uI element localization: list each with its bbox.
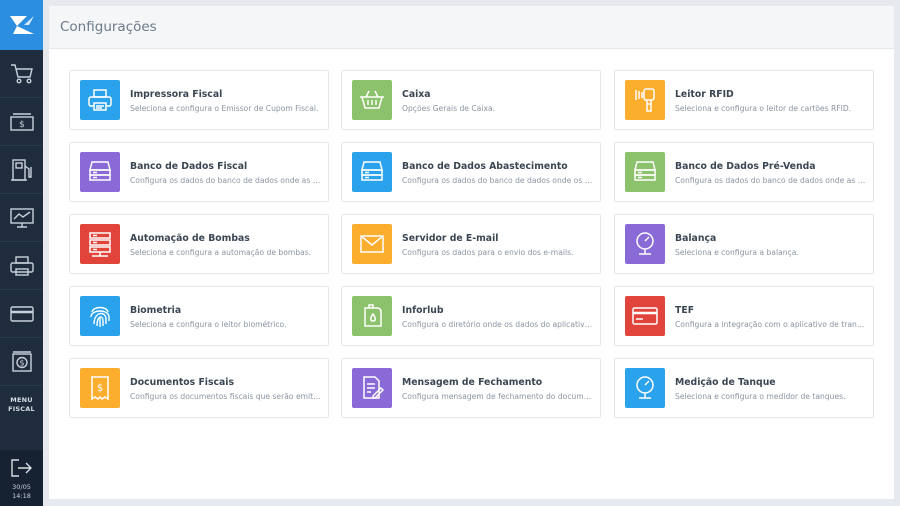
card-title: Inforlub (402, 305, 444, 316)
fuel-pump-icon (10, 158, 32, 181)
exit-button[interactable] (0, 454, 43, 482)
credit-card-icon (625, 296, 665, 336)
card-title: Mensagem de Fechamento (402, 377, 543, 388)
nav-cash[interactable]: $ (0, 98, 43, 146)
app-logo[interactable] (0, 0, 43, 50)
monitor-chart-icon (9, 207, 34, 228)
card-title: Biometria (130, 305, 182, 316)
nav-cart[interactable] (0, 50, 43, 98)
svg-text:$: $ (97, 383, 103, 394)
card-description: Seleciona e configura o Emissor de Cupom… (130, 104, 319, 113)
settings-card[interactable]: Banco de Dados Abastecimento Configura os… (341, 142, 601, 202)
card-description: Configura os dados do banco de dados ond… (402, 176, 594, 185)
card-title: TEF (675, 305, 695, 316)
card-title: Banco de Dados Fiscal (130, 161, 248, 172)
gauge-icon (625, 368, 665, 408)
settings-card[interactable]: Inforlub Configura o diretório onde os da… (341, 286, 601, 346)
database-icon (625, 152, 665, 192)
nav-fuel[interactable] (0, 146, 43, 194)
card-description: Seleciona e configura o leitor biométric… (130, 320, 287, 329)
nav-monitor[interactable] (0, 194, 43, 242)
settings-card[interactable]: Mensagem de Fechamento Configura mensagem… (341, 358, 601, 418)
clock-time: 14:18 (12, 492, 31, 500)
cash-icon: $ (9, 112, 34, 131)
logo-icon (9, 16, 34, 34)
card-description: Configura os documentos fiscais que serã… (130, 392, 322, 401)
card-title: Impressora Fiscal (130, 89, 223, 100)
basket-icon (352, 80, 392, 120)
settings-card[interactable]: TEF Configura a integração com o aplicati… (614, 286, 874, 346)
card-description: Configura os dados do banco de dados ond… (130, 176, 322, 185)
fingerprint-icon (80, 296, 120, 336)
card-description: Configura os dados do banco de dados ond… (675, 176, 867, 185)
receipt-icon: $ (80, 368, 120, 408)
settings-card[interactable]: Banco de Dados Fiscal Configura os dados … (69, 142, 329, 202)
card-description: Seleciona e configura o medidor de tanqu… (675, 392, 846, 401)
card-description: Seleciona e configura o leitor de cartõe… (675, 104, 852, 113)
nav-printer[interactable] (0, 242, 43, 290)
menu-fiscal-button[interactable]: MENU FISCAL (0, 382, 43, 432)
card-description: Seleciona e configura a balança. (675, 248, 799, 257)
settings-card[interactable]: Banco de Dados Pré-Venda Configura os dad… (614, 142, 874, 202)
card-title: Banco de Dados Pré-Venda (675, 161, 816, 172)
sidebar: $ $ MENU FISCAL 30/05 14:18 (0, 0, 43, 506)
clock: 30/05 14:18 (0, 483, 43, 501)
page-title: Configurações (60, 19, 157, 35)
settings-card[interactable]: Biometria Seleciona e configura o leitor … (69, 286, 329, 346)
card-description: Seleciona e configura a automação de bom… (130, 248, 312, 257)
settings-card[interactable]: Impressora Fiscal Seleciona e configura o… (69, 70, 329, 130)
settings-card[interactable]: $ Documentos Fiscais Configura os documen… (69, 358, 329, 418)
database-icon (352, 152, 392, 192)
settings-card[interactable]: Automação de Bombas Seleciona e configura… (69, 214, 329, 274)
printer-icon (80, 80, 120, 120)
printer-icon (9, 255, 34, 276)
rfid-reader-icon (625, 80, 665, 120)
card-title: Leitor RFID (675, 89, 734, 100)
svg-text:$: $ (19, 358, 24, 367)
card-title: Automação de Bombas (130, 233, 250, 244)
settings-card[interactable]: Servidor de E-mail Configura os dados par… (341, 214, 601, 274)
oil-can-icon (352, 296, 392, 336)
card-description: Configura mensagem de fechamento do docu… (402, 392, 594, 401)
card-description: Configura a integração com o aplicativo … (675, 320, 867, 329)
svg-text:$: $ (19, 120, 25, 130)
gauge-icon (625, 224, 665, 264)
card-title: Documentos Fiscais (130, 377, 235, 388)
settings-card[interactable]: Leitor RFID Seleciona e configura o leito… (614, 70, 874, 130)
panel-header: Configurações (49, 6, 894, 49)
card-title: Balança (675, 233, 717, 244)
nav-safe[interactable]: $ (0, 338, 43, 386)
card-title: Servidor de E-mail (402, 233, 499, 244)
menu-fiscal-line2: FISCAL (8, 405, 35, 413)
settings-card[interactable]: Caixa Opções Gerais de Caixa. (341, 70, 601, 130)
safe-icon: $ (11, 350, 32, 372)
exit-icon (10, 459, 32, 477)
card-description: Configura os dados para o envio dos e-ma… (402, 248, 574, 257)
envelope-icon (352, 224, 392, 264)
settings-card[interactable]: Balança Seleciona e configura a balança. (614, 214, 874, 274)
cart-icon (10, 63, 33, 84)
credit-card-icon (9, 305, 34, 322)
document-edit-icon (352, 368, 392, 408)
card-title: Medição de Tanque (675, 377, 776, 388)
card-description: Opções Gerais de Caixa. (402, 104, 496, 113)
nav-card[interactable] (0, 290, 43, 338)
menu-fiscal-line1: MENU (10, 396, 33, 404)
card-title: Caixa (402, 89, 431, 100)
settings-card[interactable]: Medição de Tanque Seleciona e configura o… (614, 358, 874, 418)
card-description: Configura o diretório onde os dados do a… (402, 320, 594, 329)
card-title: Banco de Dados Abastecimento (402, 161, 568, 172)
clock-date: 30/05 (12, 483, 31, 491)
database-icon (80, 152, 120, 192)
server-icon (80, 224, 120, 264)
